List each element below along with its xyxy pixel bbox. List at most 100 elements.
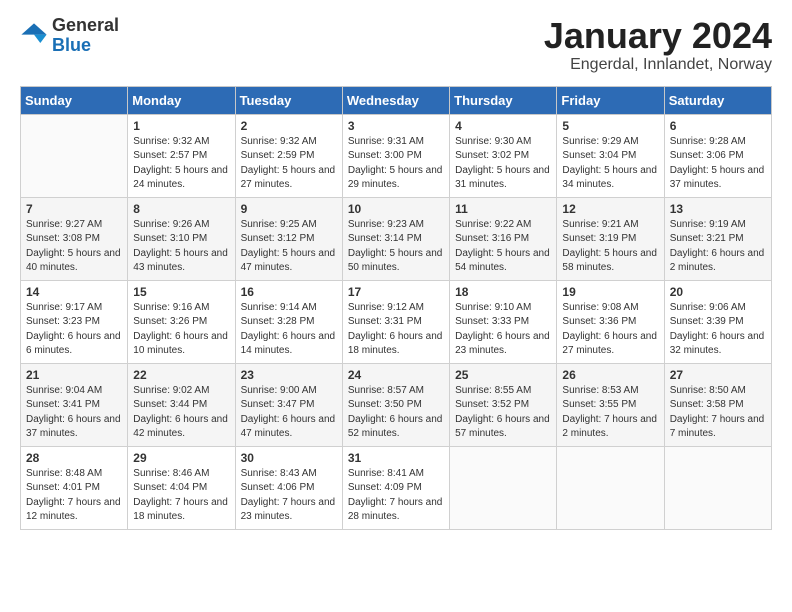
day-number: 29 bbox=[133, 451, 229, 465]
calendar-cell: 13Sunrise: 9:19 AMSunset: 3:21 PMDayligh… bbox=[664, 197, 771, 280]
day-info: Sunrise: 9:29 AMSunset: 3:04 PMDaylight:… bbox=[562, 135, 658, 193]
calendar-week-row: 21 Sunrise: 9:04 AMSunset: 3:41 PMDayligh… bbox=[21, 363, 772, 446]
day-number: 30 bbox=[241, 451, 337, 465]
weekday-header: Friday bbox=[557, 86, 664, 114]
calendar-cell: 18 Sunrise: 9:10 AMSunset: 3:33 PMDayligh… bbox=[450, 280, 557, 363]
calendar-cell bbox=[21, 114, 128, 197]
day-number: 22 bbox=[133, 368, 229, 382]
day-info: Sunrise: 9:31 AMSunset: 3:00 PMDaylight:… bbox=[348, 135, 444, 193]
calendar-cell: 6Sunrise: 9:28 AMSunset: 3:06 PMDaylight… bbox=[664, 114, 771, 197]
day-info: Sunrise: 8:48 AMSunset: 4:01 PMDaylight:… bbox=[26, 467, 122, 525]
weekday-header: Saturday bbox=[664, 86, 771, 114]
day-info: Sunrise: 9:21 AMSunset: 3:19 PMDaylight:… bbox=[562, 218, 658, 276]
day-info: Sunrise: 8:55 AMSunset: 3:52 PMDaylight:… bbox=[455, 384, 551, 442]
day-info: Sunrise: 9:00 AMSunset: 3:47 PMDaylight:… bbox=[241, 384, 337, 442]
day-info: Sunrise: 9:32 AMSunset: 2:59 PMDaylight:… bbox=[241, 135, 337, 193]
day-number: 6 bbox=[670, 119, 766, 133]
day-number: 24 bbox=[348, 368, 444, 382]
day-number: 8 bbox=[133, 202, 229, 216]
calendar-cell: 24 Sunrise: 8:57 AMSunset: 3:50 PMDayligh… bbox=[342, 363, 449, 446]
calendar-cell: 17 Sunrise: 9:12 AMSunset: 3:31 PMDayligh… bbox=[342, 280, 449, 363]
calendar-cell: 28 Sunrise: 8:48 AMSunset: 4:01 PMDayligh… bbox=[21, 446, 128, 529]
day-info: Sunrise: 8:50 AMSunset: 3:58 PMDaylight:… bbox=[670, 384, 766, 442]
calendar-cell: 29Sunrise: 8:46 AMSunset: 4:04 PMDayligh… bbox=[128, 446, 235, 529]
day-number: 4 bbox=[455, 119, 551, 133]
calendar-cell: 23 Sunrise: 9:00 AMSunset: 3:47 PMDayligh… bbox=[235, 363, 342, 446]
day-number: 31 bbox=[348, 451, 444, 465]
day-info: Sunrise: 9:26 AMSunset: 3:10 PMDaylight:… bbox=[133, 218, 229, 276]
day-info: Sunrise: 9:02 AMSunset: 3:44 PMDaylight:… bbox=[133, 384, 229, 442]
day-info: Sunrise: 9:27 AMSunset: 3:08 PMDaylight:… bbox=[26, 218, 122, 276]
weekday-header: Monday bbox=[128, 86, 235, 114]
day-number: 19 bbox=[562, 285, 658, 299]
weekday-header: Sunday bbox=[21, 86, 128, 114]
calendar-cell: 7 Sunrise: 9:27 AMSunset: 3:08 PMDaylight… bbox=[21, 197, 128, 280]
calendar-cell: 12 Sunrise: 9:21 AMSunset: 3:19 PMDayligh… bbox=[557, 197, 664, 280]
day-info: Sunrise: 9:10 AMSunset: 3:33 PMDaylight:… bbox=[455, 301, 551, 359]
day-info: Sunrise: 9:12 AMSunset: 3:31 PMDaylight:… bbox=[348, 301, 444, 359]
day-info: Sunrise: 9:04 AMSunset: 3:41 PMDaylight:… bbox=[26, 384, 122, 442]
day-number: 20 bbox=[670, 285, 766, 299]
day-number: 7 bbox=[26, 202, 122, 216]
calendar-cell: 16 Sunrise: 9:14 AMSunset: 3:28 PMDayligh… bbox=[235, 280, 342, 363]
day-number: 9 bbox=[241, 202, 337, 216]
day-info: Sunrise: 8:53 AMSunset: 3:55 PMDaylight:… bbox=[562, 384, 658, 442]
month-title: January 2024 bbox=[544, 16, 772, 56]
calendar-week-row: 28 Sunrise: 8:48 AMSunset: 4:01 PMDayligh… bbox=[21, 446, 772, 529]
day-info: Sunrise: 9:08 AMSunset: 3:36 PMDaylight:… bbox=[562, 301, 658, 359]
day-number: 13 bbox=[670, 202, 766, 216]
logo-blue-text: Blue bbox=[52, 36, 119, 56]
calendar-cell bbox=[450, 446, 557, 529]
calendar-week-row: 14Sunrise: 9:17 AMSunset: 3:23 PMDayligh… bbox=[21, 280, 772, 363]
day-info: Sunrise: 9:32 AMSunset: 2:57 PMDaylight:… bbox=[133, 135, 229, 193]
calendar-cell: 10Sunrise: 9:23 AMSunset: 3:14 PMDayligh… bbox=[342, 197, 449, 280]
day-number: 25 bbox=[455, 368, 551, 382]
calendar-cell: 4 Sunrise: 9:30 AMSunset: 3:02 PMDaylight… bbox=[450, 114, 557, 197]
calendar-cell bbox=[664, 446, 771, 529]
day-number: 5 bbox=[562, 119, 658, 133]
calendar-week-row: 7 Sunrise: 9:27 AMSunset: 3:08 PMDaylight… bbox=[21, 197, 772, 280]
calendar-cell: 25 Sunrise: 8:55 AMSunset: 3:52 PMDayligh… bbox=[450, 363, 557, 446]
calendar-cell: 9 Sunrise: 9:25 AMSunset: 3:12 PMDaylight… bbox=[235, 197, 342, 280]
day-number: 27 bbox=[670, 368, 766, 382]
day-number: 1 bbox=[133, 119, 229, 133]
day-number: 28 bbox=[26, 451, 122, 465]
weekday-header: Wednesday bbox=[342, 86, 449, 114]
day-number: 17 bbox=[348, 285, 444, 299]
calendar-header-row: SundayMondayTuesdayWednesdayThursdayFrid… bbox=[21, 86, 772, 114]
day-info: Sunrise: 8:41 AMSunset: 4:09 PMDaylight:… bbox=[348, 467, 444, 525]
day-number: 26 bbox=[562, 368, 658, 382]
day-number: 16 bbox=[241, 285, 337, 299]
calendar-cell: 8 Sunrise: 9:26 AMSunset: 3:10 PMDaylight… bbox=[128, 197, 235, 280]
day-number: 18 bbox=[455, 285, 551, 299]
day-info: Sunrise: 9:30 AMSunset: 3:02 PMDaylight:… bbox=[455, 135, 551, 193]
calendar-cell: 31 Sunrise: 8:41 AMSunset: 4:09 PMDayligh… bbox=[342, 446, 449, 529]
calendar-cell: 1 Sunrise: 9:32 AMSunset: 2:57 PMDaylight… bbox=[128, 114, 235, 197]
day-info: Sunrise: 9:06 AMSunset: 3:39 PMDaylight:… bbox=[670, 301, 766, 359]
day-info: Sunrise: 9:14 AMSunset: 3:28 PMDaylight:… bbox=[241, 301, 337, 359]
day-info: Sunrise: 9:16 AMSunset: 3:26 PMDaylight:… bbox=[133, 301, 229, 359]
logo-general-text: General bbox=[52, 16, 119, 36]
calendar-cell: 11Sunrise: 9:22 AMSunset: 3:16 PMDayligh… bbox=[450, 197, 557, 280]
day-number: 15 bbox=[133, 285, 229, 299]
day-info: Sunrise: 9:23 AMSunset: 3:14 PMDaylight:… bbox=[348, 218, 444, 276]
page-header: General Blue January 2024 Engerdal, Innl… bbox=[20, 16, 772, 74]
calendar-cell: 20 Sunrise: 9:06 AMSunset: 3:39 PMDayligh… bbox=[664, 280, 771, 363]
day-number: 12 bbox=[562, 202, 658, 216]
calendar-cell bbox=[557, 446, 664, 529]
day-number: 3 bbox=[348, 119, 444, 133]
weekday-header: Tuesday bbox=[235, 86, 342, 114]
calendar-table: SundayMondayTuesdayWednesdayThursdayFrid… bbox=[20, 86, 772, 530]
logo-text: General Blue bbox=[52, 16, 119, 56]
day-number: 23 bbox=[241, 368, 337, 382]
weekday-header: Thursday bbox=[450, 86, 557, 114]
day-number: 21 bbox=[26, 368, 122, 382]
calendar-cell: 30Sunrise: 8:43 AMSunset: 4:06 PMDayligh… bbox=[235, 446, 342, 529]
calendar-cell: 3 Sunrise: 9:31 AMSunset: 3:00 PMDaylight… bbox=[342, 114, 449, 197]
day-info: Sunrise: 9:25 AMSunset: 3:12 PMDaylight:… bbox=[241, 218, 337, 276]
calendar-cell: 14Sunrise: 9:17 AMSunset: 3:23 PMDayligh… bbox=[21, 280, 128, 363]
day-info: Sunrise: 8:57 AMSunset: 3:50 PMDaylight:… bbox=[348, 384, 444, 442]
calendar-cell: 5 Sunrise: 9:29 AMSunset: 3:04 PMDaylight… bbox=[557, 114, 664, 197]
calendar-cell: 2Sunrise: 9:32 AMSunset: 2:59 PMDaylight… bbox=[235, 114, 342, 197]
calendar-cell: 27 Sunrise: 8:50 AMSunset: 3:58 PMDayligh… bbox=[664, 363, 771, 446]
